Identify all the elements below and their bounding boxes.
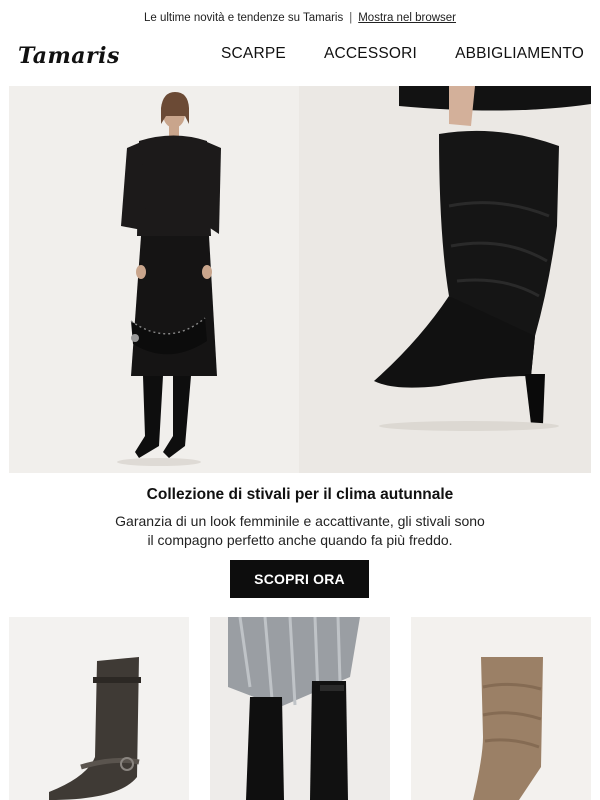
preheader-separator: | xyxy=(349,12,353,24)
product-tile-3[interactable] xyxy=(411,617,591,800)
description-line-1: Garanzia di un look femminile e accattiv… xyxy=(115,513,485,529)
preheader-text: Le ultime novità e tendenze su Tamaris xyxy=(143,12,344,24)
hero-model-image xyxy=(9,86,299,473)
preheader: Le ultime novità e tendenze su Tamaris |… xyxy=(0,0,600,36)
header: Tamaris SCARPE ACCESSORI ABBIGLIAMENTO xyxy=(0,36,600,84)
taupe-slouch-boot-image xyxy=(473,657,543,800)
grey-boot-image xyxy=(49,657,141,800)
view-in-browser-link[interactable]: Mostra nel browser xyxy=(358,12,456,24)
hero-banner[interactable] xyxy=(9,86,591,473)
hero-boot-image xyxy=(299,86,591,473)
nav-accessori[interactable]: ACCESSORI xyxy=(324,45,417,63)
discover-now-button[interactable]: SCOPRI ORA xyxy=(230,560,369,598)
main-nav: SCARPE ACCESSORI ABBIGLIAMENTO xyxy=(221,45,584,63)
boot-illustration xyxy=(374,86,591,431)
product-tile-1[interactable] xyxy=(9,617,189,800)
logo-text: Tamaris xyxy=(18,43,120,68)
section-description: Garanzia di un look femminile e accattiv… xyxy=(0,512,600,550)
nav-scarpe[interactable]: SCARPE xyxy=(221,45,286,63)
product-grid xyxy=(0,617,600,800)
section-headline: Collezione di stivali per il clima autun… xyxy=(146,486,454,503)
tamaris-logo[interactable]: Tamaris xyxy=(16,42,156,68)
product-tile-2[interactable] xyxy=(210,617,390,800)
description-line-2: il compagno perfetto anche quando fa più… xyxy=(147,532,453,548)
model-illustration xyxy=(117,92,221,466)
black-biker-boots-image xyxy=(228,617,360,800)
nav-abbigliamento[interactable]: ABBIGLIAMENTO xyxy=(455,45,584,63)
